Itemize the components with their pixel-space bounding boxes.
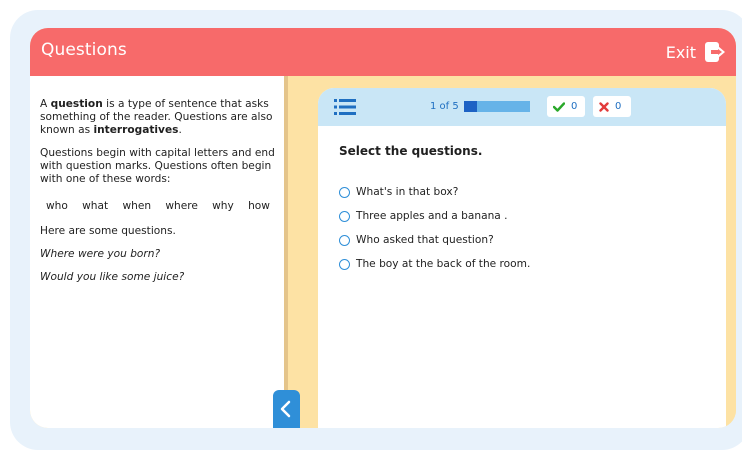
right-margin — [726, 88, 736, 428]
answer-option[interactable]: The boy at the back of the room. — [339, 256, 530, 272]
question-word: what — [82, 200, 109, 212]
lesson-card: Questions Exit A question is a type of s… — [30, 28, 736, 428]
radio-button[interactable] — [339, 210, 350, 222]
rules-paragraph: Questions begin with capital letters and… — [40, 147, 275, 185]
answer-option[interactable]: Who asked that question? — [339, 232, 530, 248]
correct-count: 0 — [571, 101, 578, 112]
term-question: question — [50, 98, 103, 110]
example-question-2: Would you like some juice? — [40, 271, 185, 283]
x-mark-icon — [599, 101, 609, 112]
chevron-left-icon — [280, 400, 291, 418]
answer-option-label: Who asked that question? — [356, 234, 494, 246]
radio-button[interactable] — [339, 234, 350, 246]
radio-button[interactable] — [339, 186, 350, 198]
exit-label: Exit — [665, 42, 696, 62]
reading-content: A question is a type of sentence that as… — [40, 98, 276, 294]
correct-score-badge: 0 — [547, 96, 585, 117]
definition-text-3: . — [178, 124, 182, 136]
header-bar: Questions Exit — [30, 28, 736, 76]
exit-door-icon — [705, 42, 725, 62]
question-word: why — [212, 200, 234, 212]
wrong-count: 0 — [615, 101, 622, 112]
examples-intro: Here are some questions. — [40, 225, 176, 237]
definition-paragraph: A question is a type of sentence that as… — [40, 98, 276, 137]
answer-option-label: What's in that box? — [356, 186, 459, 198]
progress-fill — [464, 101, 478, 112]
progress-bar — [464, 101, 530, 112]
panel-divider — [284, 76, 288, 428]
definition-text-1: A — [40, 98, 51, 110]
reading-panel: A question is a type of sentence that as… — [30, 76, 284, 428]
question-words: who what when where why how — [40, 200, 276, 213]
answer-option-label: The boy at the back of the room. — [356, 258, 531, 270]
radio-button[interactable] — [339, 258, 350, 270]
question-word: where — [165, 200, 198, 212]
answer-option[interactable]: What's in that box? — [339, 184, 530, 200]
quiz-toolbar: 1 of 5 0 0 — [318, 88, 726, 126]
progress-counter: 1 of 5 — [430, 101, 459, 112]
question-word: how — [248, 200, 270, 212]
quiz-panel: 1 of 5 0 0 Select the questions. What's … — [318, 88, 726, 428]
page-title: Questions — [41, 40, 127, 60]
question-prompt: Select the questions. — [339, 144, 483, 158]
collapse-panel-button[interactable] — [273, 390, 300, 428]
answer-options: What's in that box? Three apples and a b… — [339, 184, 530, 280]
example-question-1: Where were you born? — [40, 248, 161, 260]
question-word: when — [122, 200, 152, 212]
answer-option-label: Three apples and a banana . — [356, 210, 508, 222]
term-interrogatives: interrogatives — [93, 124, 179, 136]
wrong-score-badge: 0 — [593, 96, 631, 117]
answer-option[interactable]: Three apples and a banana . — [339, 208, 530, 224]
exit-button[interactable]: Exit — [666, 40, 726, 64]
checkmark-icon — [553, 101, 565, 112]
question-word: who — [46, 200, 68, 212]
hamburger-menu-icon[interactable] — [334, 98, 356, 116]
